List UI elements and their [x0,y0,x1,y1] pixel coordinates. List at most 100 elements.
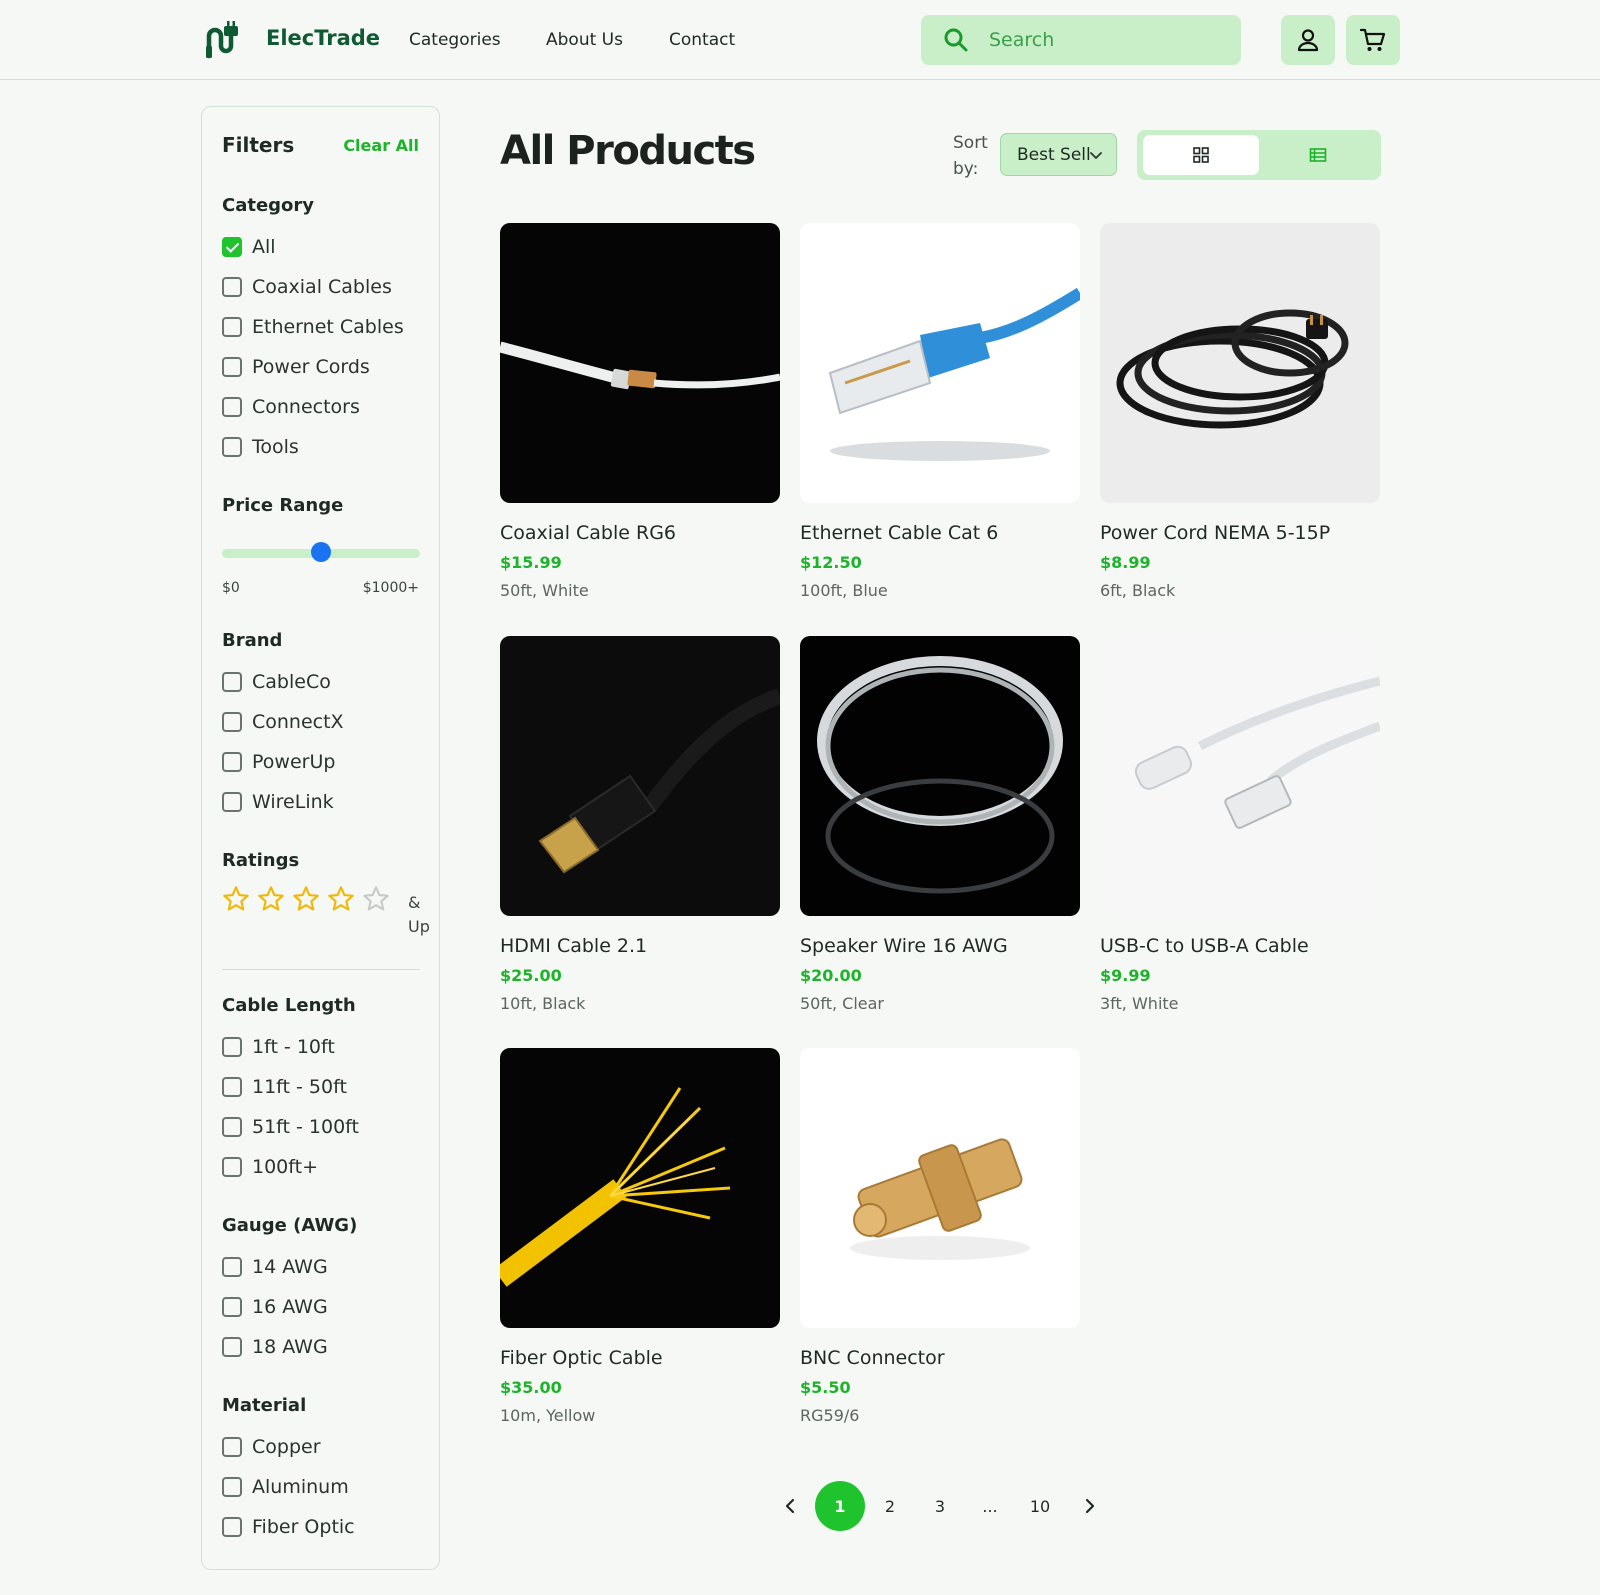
checkbox[interactable] [222,672,242,692]
product-spec: 6ft, Black [1100,581,1176,600]
star-filled-icon[interactable] [222,885,250,913]
category-option-coaxial[interactable]: Coaxial Cables [222,275,392,299]
length-option-1-10[interactable]: 1ft - 10ft [222,1035,335,1059]
search-input[interactable] [989,25,1219,55]
brand-option-wirelink[interactable]: WireLink [222,790,334,814]
product-card[interactable]: HDMI Cable 2.1 $25.00 10ft, Black [500,636,780,1013]
product-card[interactable]: BNC Connector $5.50 RG59/6 [800,1048,1080,1425]
checkbox[interactable] [222,1157,242,1177]
search-icon[interactable] [943,27,969,53]
pagination-page-2[interactable]: 2 [866,1482,914,1530]
product-image-usb-cable[interactable] [1100,636,1380,916]
brand-option-connectx[interactable]: ConnectX [222,710,344,734]
checkbox[interactable] [222,1477,242,1497]
star-filled-icon[interactable] [292,885,320,913]
product-card[interactable]: Speaker Wire 16 AWG $20.00 50ft, Clear [800,636,1080,1013]
checkbox[interactable] [222,1117,242,1137]
pagination-page-10[interactable]: 10 [1016,1482,1064,1530]
checkbox[interactable] [222,357,242,377]
gauge-option-14[interactable]: 14 AWG [222,1255,328,1279]
list-view-button[interactable] [1261,135,1375,175]
material-option-fiber[interactable]: Fiber Optic [222,1515,355,1539]
product-image-hdmi-cable[interactable] [500,636,780,916]
product-name[interactable]: HDMI Cable 2.1 [500,935,780,957]
brand-option-cableco[interactable]: CableCo [222,670,331,694]
chevron-down-icon [1090,152,1102,159]
checkbox[interactable] [222,1077,242,1097]
gauge-option-18[interactable]: 18 AWG [222,1335,328,1359]
checkbox[interactable] [222,1297,242,1317]
product-name[interactable]: Speaker Wire 16 AWG [800,935,1080,957]
pagination-page-1[interactable]: 1 [815,1481,865,1531]
length-option-51-100[interactable]: 51ft - 100ft [222,1115,359,1139]
star-filled-icon[interactable] [327,885,355,913]
product-name[interactable]: Ethernet Cable Cat 6 [800,522,1080,544]
product-card[interactable]: Coaxial Cable RG6 $15.99 50ft, White [500,223,780,600]
cart-button[interactable] [1346,15,1400,65]
category-label: Ethernet Cables [252,316,404,338]
pagination-page-3[interactable]: 3 [916,1482,964,1530]
clear-all-button[interactable]: Clear All [343,136,419,155]
product-image-bnc-connector[interactable] [800,1048,1080,1328]
material-option-copper[interactable]: Copper [222,1435,321,1459]
checkbox[interactable] [222,1257,242,1277]
price-range-slider-thumb[interactable] [311,542,331,562]
category-option-all[interactable]: All [222,235,276,259]
product-name[interactable]: USB-C to USB-A Cable [1100,935,1380,957]
star-empty-icon[interactable] [362,885,390,913]
checkbox[interactable] [222,792,242,812]
product-name[interactable]: Fiber Optic Cable [500,1347,780,1369]
checkbox[interactable] [222,712,242,732]
length-label: 11ft - 50ft [252,1076,347,1098]
product-spec: RG59/6 [800,1406,860,1425]
product-image-speaker-wire[interactable] [800,636,1080,916]
product-name[interactable]: Power Cord NEMA 5-15P [1100,522,1380,544]
grid-view-button[interactable] [1143,135,1259,175]
product-name[interactable]: BNC Connector [800,1347,1080,1369]
checkbox[interactable] [222,437,242,457]
product-card[interactable]: Ethernet Cable Cat 6 $12.50 100ft, Blue [800,223,1080,600]
checkbox[interactable] [222,317,242,337]
checkbox[interactable] [222,1437,242,1457]
category-option-power[interactable]: Power Cords [222,355,370,379]
view-toggle [1137,130,1381,180]
material-title: Material [222,1395,307,1416]
brand-option-powerup[interactable]: PowerUp [222,750,335,774]
star-filled-icon[interactable] [257,885,285,913]
nav-contact[interactable]: Contact [669,30,735,50]
checkbox[interactable] [222,1037,242,1057]
pagination-prev-button[interactable] [775,1482,805,1530]
account-button[interactable] [1281,15,1335,65]
product-image-coaxial-cable[interactable] [500,223,780,503]
nav-categories[interactable]: Categories [409,30,501,50]
product-card[interactable]: USB-C to USB-A Cable $9.99 3ft, White [1100,636,1380,1013]
checkbox[interactable] [222,277,242,297]
product-image-ethernet-cable[interactable] [800,223,1080,503]
product-card[interactable]: Power Cord NEMA 5-15P $8.99 6ft, Black [1100,223,1380,600]
category-option-tools[interactable]: Tools [222,435,299,459]
category-option-connectors[interactable]: Connectors [222,395,360,419]
material-option-aluminum[interactable]: Aluminum [222,1475,349,1499]
search-bar[interactable] [921,15,1241,65]
product-image-power-cord[interactable] [1100,223,1380,503]
checkbox[interactable] [222,397,242,417]
checkbox-checked[interactable] [222,237,242,257]
checkbox[interactable] [222,1337,242,1357]
product-name[interactable]: Coaxial Cable RG6 [500,522,780,544]
pagination-next-button[interactable] [1075,1482,1105,1530]
rating-stars[interactable] [222,885,397,915]
category-label: Coaxial Cables [252,276,392,298]
product-card[interactable]: Fiber Optic Cable $35.00 10m, Yellow [500,1048,780,1425]
length-option-11-50[interactable]: 11ft - 50ft [222,1075,347,1099]
length-option-100-plus[interactable]: 100ft+ [222,1155,318,1179]
product-image-fiber-optic[interactable] [500,1048,780,1328]
product-price: $20.00 [800,966,862,985]
gauge-option-16[interactable]: 16 AWG [222,1295,328,1319]
price-min-label: $0 [222,580,240,596]
sort-dropdown[interactable]: Best Sellers [1000,133,1117,176]
category-option-ethernet[interactable]: Ethernet Cables [222,315,404,339]
checkbox[interactable] [222,752,242,772]
checkbox[interactable] [222,1517,242,1537]
nav-about-us[interactable]: About Us [546,30,623,50]
brand-name[interactable]: ElecTrade [266,26,380,50]
